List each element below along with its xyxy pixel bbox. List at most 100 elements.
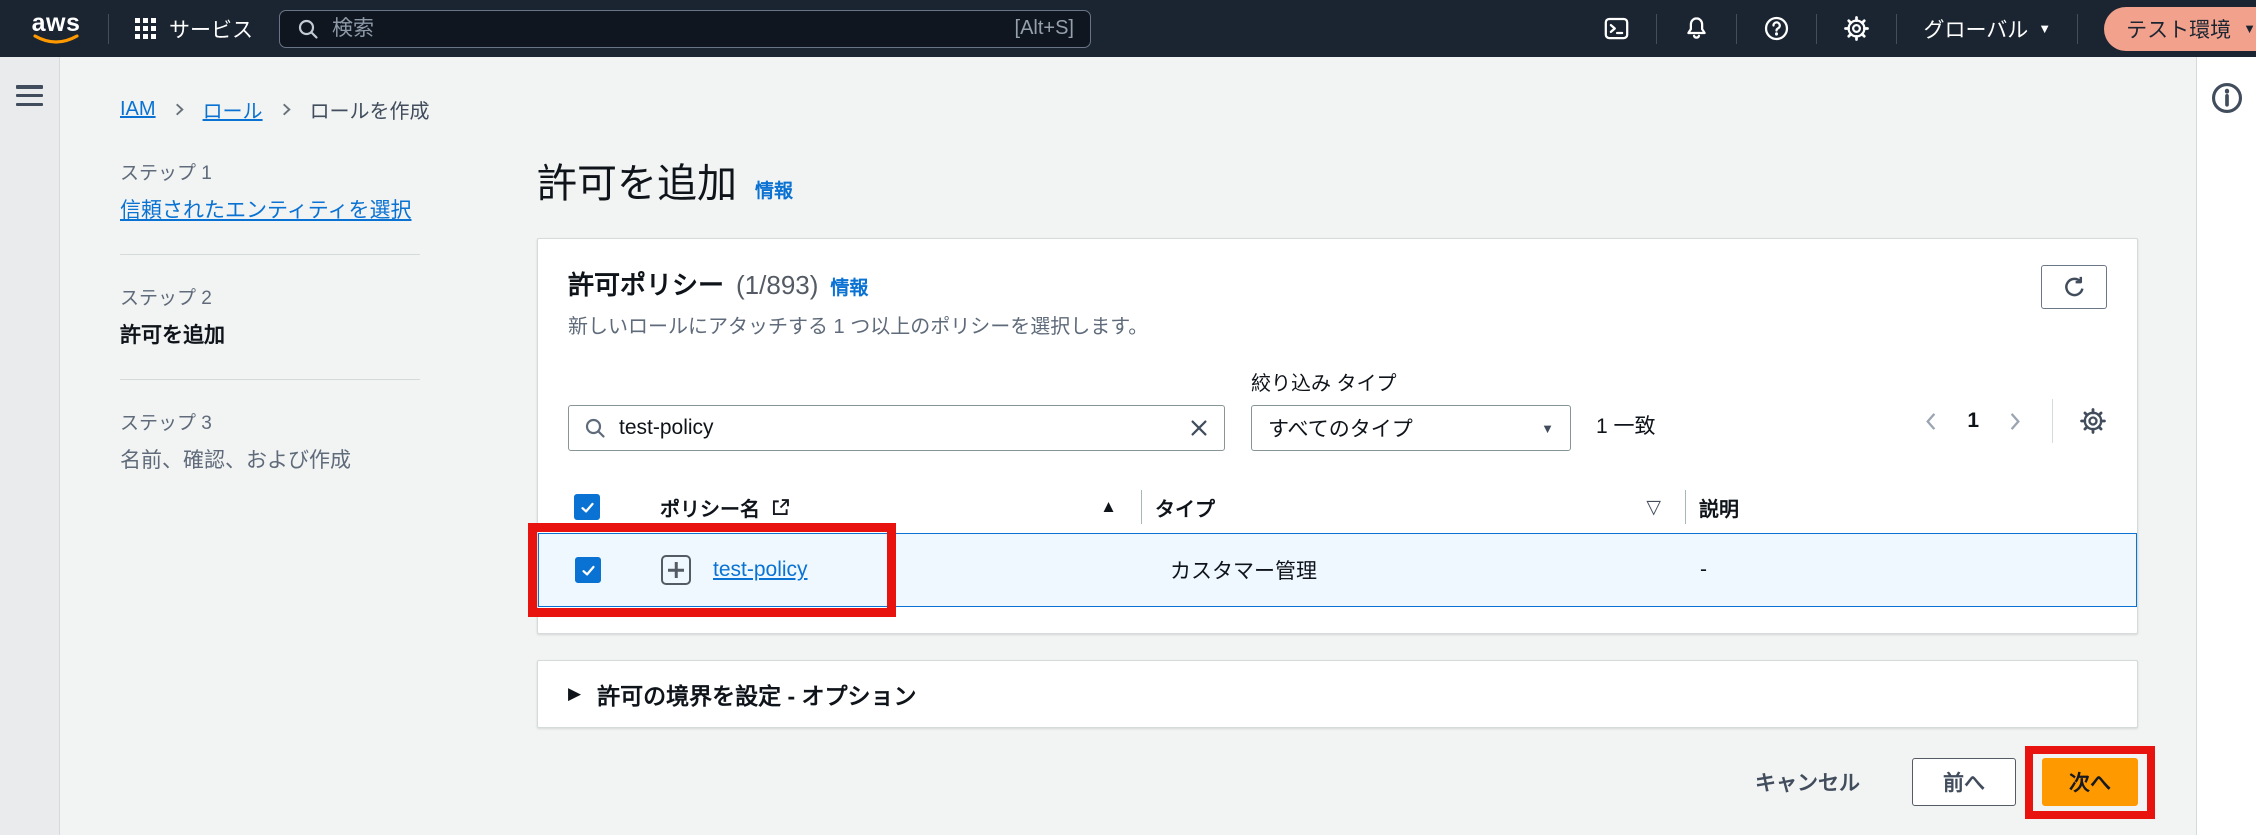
gear-icon <box>2079 407 2107 435</box>
next-page-button[interactable] <box>2003 410 2026 433</box>
column-label: 説明 <box>1699 493 1739 522</box>
help-question-icon <box>1763 15 1790 42</box>
right-info-rail <box>2196 57 2256 835</box>
left-navigation-rail <box>0 57 60 835</box>
console-search-input[interactable] <box>332 17 1003 41</box>
settings-button[interactable] <box>1843 15 1870 42</box>
policy-type-cell: カスタマー管理 <box>1142 555 1686 585</box>
panel-count: (1/893) <box>736 270 818 301</box>
permissions-boundary-toggle[interactable]: ▶ 許可の境界を設定 - オプション <box>568 677 917 711</box>
chevron-down-icon: ▼ <box>2038 22 2051 35</box>
wizard-step-3: ステップ 3 名前、確認、および作成 <box>120 408 420 474</box>
policy-description-cell: - <box>1686 558 2136 582</box>
region-label: グローバル <box>1923 14 2028 44</box>
panel-title: 許可ポリシー <box>568 265 724 302</box>
current-page-number: 1 <box>1967 409 1979 433</box>
expand-caret-icon: ▶ <box>568 684 581 704</box>
cancel-button[interactable]: キャンセル <box>1755 767 1860 797</box>
column-header-type[interactable]: タイプ ▽ <box>1141 481 1685 533</box>
chevron-right-icon <box>172 102 187 117</box>
row-checkbox[interactable] <box>575 557 601 583</box>
hamburger-menu-button[interactable] <box>16 85 43 106</box>
region-selector[interactable]: グローバル ▼ <box>1923 14 2051 44</box>
match-count: 1 一致 <box>1596 410 1656 440</box>
table-row-test-policy[interactable]: test-policy カスタマー管理 - <box>538 533 2137 607</box>
policy-search-input[interactable] <box>619 416 1176 440</box>
wizard-footer-actions: キャンセル 前へ 次へ <box>537 758 2138 806</box>
cloudshell-button[interactable] <box>1603 15 1630 42</box>
breadcrumb-iam-link[interactable]: IAM <box>120 98 156 121</box>
environment-badge-label: テスト環境 <box>2126 14 2231 44</box>
step-1-link[interactable]: 信頼されたエンティティを選択 <box>120 199 411 222</box>
breadcrumb-current: ロールを作成 <box>310 95 430 124</box>
permissions-boundary-title: 許可の境界を設定 - オプション <box>597 677 916 711</box>
topbar-divider <box>1816 14 1817 44</box>
services-label: サービス <box>169 14 253 44</box>
aws-console-topbar: aws サービス [Alt+S] <box>0 0 2256 57</box>
panel-info-link[interactable]: 情報 <box>830 273 868 300</box>
cloudshell-terminal-icon <box>1603 15 1630 42</box>
panel-header: 許可ポリシー (1/893) 情報 新しいロールにアタッチする 1 つ以上のポリ… <box>568 265 2107 339</box>
topbar-divider <box>1656 14 1657 44</box>
wizard-steps-nav: ステップ 1 信頼されたエンティティを選択 ステップ 2 許可を追加 ステップ … <box>120 158 420 806</box>
notifications-button[interactable] <box>1683 15 1710 42</box>
external-link-icon <box>770 497 791 518</box>
topbar-divider <box>1896 14 1897 44</box>
info-circle-icon <box>2210 81 2244 115</box>
search-icon <box>583 416 607 440</box>
step-label: ステップ 1 <box>120 158 420 185</box>
column-header-policy-name[interactable]: ポリシー名 ▲ <box>646 481 1141 533</box>
select-all-checkbox[interactable] <box>574 494 600 520</box>
column-header-description: 説明 <box>1685 481 2137 533</box>
topbar-divider <box>1736 14 1737 44</box>
search-shortcut-hint: [Alt+S] <box>1015 17 1074 40</box>
next-button[interactable]: 次へ <box>2042 758 2138 806</box>
gear-icon <box>1843 15 1870 42</box>
type-filter-label: 絞り込み タイプ <box>1251 367 1571 396</box>
column-divider <box>1685 490 1686 524</box>
aws-logo-text: aws <box>32 12 81 34</box>
check-icon <box>579 499 596 516</box>
policy-name-link[interactable]: test-policy <box>713 558 808 582</box>
services-grid-icon <box>135 18 156 39</box>
console-search-box: [Alt+S] <box>279 10 1091 48</box>
page-info-link[interactable]: 情報 <box>755 176 793 203</box>
environment-badge[interactable]: テスト環境 ▼ <box>2104 7 2256 51</box>
pagination: 1 <box>1920 399 2107 443</box>
previous-page-button[interactable] <box>1920 410 1943 433</box>
search-icon <box>296 17 320 41</box>
aws-smile-icon <box>32 34 80 46</box>
sort-ascending-icon[interactable]: ▲ <box>1100 497 1117 517</box>
services-menu-button[interactable]: サービス <box>135 14 253 44</box>
expand-policy-button[interactable] <box>661 555 691 585</box>
clear-search-button[interactable] <box>1188 417 1210 439</box>
wizard-step-1: ステップ 1 信頼されたエンティティを選択 <box>120 158 420 224</box>
check-icon <box>580 562 597 579</box>
wizard-step-2: ステップ 2 許可を追加 <box>120 283 420 349</box>
filter-caret-icon[interactable]: ▽ <box>1646 496 1661 519</box>
chevron-right-icon <box>2003 410 2026 433</box>
type-filter-select[interactable]: すべてのタイプ ▼ <box>1251 405 1571 451</box>
column-label: ポリシー名 <box>660 493 760 522</box>
permissions-boundary-panel: ▶ 許可の境界を設定 - オプション <box>537 660 2138 728</box>
bell-icon <box>1683 15 1710 42</box>
step-label: ステップ 2 <box>120 283 420 310</box>
topbar-divider <box>2077 14 2078 44</box>
content-columns: ステップ 1 信頼されたエンティティを選択 ステップ 2 許可を追加 ステップ … <box>120 158 2138 806</box>
aws-logo[interactable]: aws <box>30 12 82 46</box>
topbar-right-group: グローバル ▼ テスト環境 ▼ <box>1603 7 2256 51</box>
pagination-divider <box>2052 399 2053 443</box>
page-frame: IAM ロール ロールを作成 ステップ 1 信頼されたエンティティを選択 ステッ… <box>0 57 2256 835</box>
column-label: タイプ <box>1155 493 1215 522</box>
close-icon <box>1188 417 1210 439</box>
step-divider <box>120 254 420 255</box>
breadcrumb: IAM ロール ロールを作成 <box>120 95 2138 124</box>
help-button[interactable] <box>1763 15 1790 42</box>
info-panel-button[interactable] <box>2210 81 2244 115</box>
previous-button[interactable]: 前へ <box>1912 758 2016 806</box>
table-filter-row: 絞り込み タイプ すべてのタイプ ▼ 1 一致 <box>568 367 2107 451</box>
step-label: ステップ 3 <box>120 408 420 435</box>
refresh-button[interactable] <box>2041 265 2107 309</box>
breadcrumb-roles-link[interactable]: ロール <box>203 95 263 124</box>
table-preferences-button[interactable] <box>2079 407 2107 435</box>
